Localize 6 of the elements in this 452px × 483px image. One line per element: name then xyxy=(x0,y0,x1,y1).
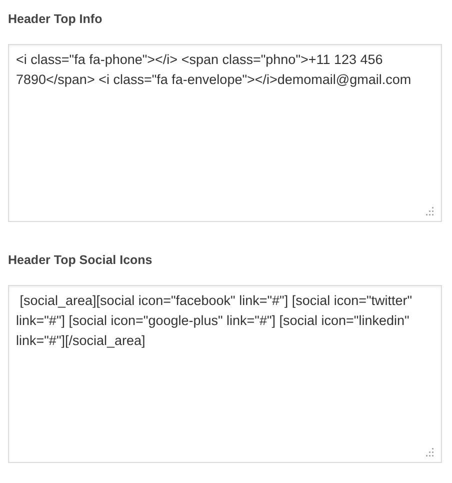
field-label: Header Top Info xyxy=(8,11,104,27)
text-area[interactable]: <i class="fa fa-phone"></i> <span class="phno">+11 123 456 7890</span> <i class="fa fa-envelope"></i>demomail@gmail.com xyxy=(8,44,442,222)
resize-handle-icon[interactable] xyxy=(425,448,434,457)
resize-handle-icon[interactable] xyxy=(425,207,434,216)
field-label: Header Top Social Icons xyxy=(8,252,154,268)
text-area[interactable]: [social_area][social icon="facebook" link="#"] [social icon="twitter" link="#"] [social icon="google-plus" link="#"] [social icon="linkedin" link="#"][/social_area] xyxy=(8,285,442,463)
